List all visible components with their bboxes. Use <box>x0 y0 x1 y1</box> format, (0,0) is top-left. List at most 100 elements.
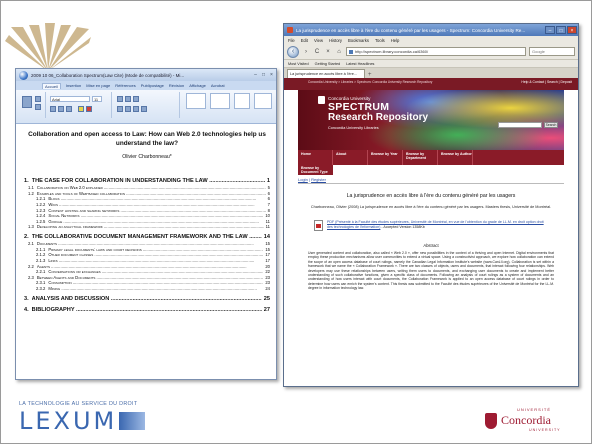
nav-about[interactable]: About <box>333 150 368 165</box>
editing-group[interactable] <box>254 93 272 109</box>
word-titlebar: 2009 10 06_Collaboration Spectrum(Law Ci… <box>16 69 276 81</box>
toc-entry[interactable]: 1. THE CASE FOR COLLABORATION IN UNDERSTA… <box>24 178 270 185</box>
nav-browse-document-type[interactable]: Browse by Document Type <box>298 165 333 175</box>
lexum-wordmark: LEXUM <box>19 409 209 433</box>
tab-affichage[interactable]: Affichage <box>189 83 206 88</box>
nav-browse-author[interactable]: Browse by Author <box>438 150 473 165</box>
tab-revision[interactable]: Révision <box>169 83 184 88</box>
abstract-text: User generated content and collaboration… <box>308 251 554 291</box>
bookmark-most-visited[interactable]: Most Visited <box>288 62 309 66</box>
search-bar[interactable]: Google <box>529 47 575 56</box>
toc-entry-page: 27 <box>263 306 270 313</box>
toc-entry[interactable]: 1.3Developing an analytical framework11 <box>24 224 270 230</box>
tab-mise-en-page[interactable]: Mise en page <box>86 83 110 88</box>
justify-icon[interactable] <box>141 106 147 112</box>
menu-help[interactable]: Help <box>391 38 400 43</box>
site-navigation: Home About Browse by Year Browse by Depa… <box>298 150 564 165</box>
pdf-icon[interactable] <box>314 220 323 231</box>
nav-home[interactable]: Home <box>298 150 333 165</box>
tab-publipostage[interactable]: Publipostage <box>141 83 164 88</box>
toc-entry[interactable]: 3.ANALYSIS AND DISCUSSION25 <box>24 296 270 303</box>
word-window: 2009 10 06_Collaboration Spectrum(Law Ci… <box>15 68 277 380</box>
concordia-crest-icon <box>485 413 497 429</box>
menu-edit[interactable]: Edit <box>301 38 308 43</box>
nav-browse-department[interactable]: Browse by Department <box>403 150 438 165</box>
close-icon[interactable]: × <box>268 72 275 79</box>
tab-references[interactable]: Références <box>115 83 135 88</box>
clipboard-group <box>18 92 46 118</box>
pdf-link[interactable]: PDF (Présenté à la Faculté des études su… <box>327 220 544 229</box>
browser-tabstrip: La jurisprudence en accès libre à l'ère.… <box>284 68 578 78</box>
menu-bookmarks[interactable]: Bookmarks <box>348 38 369 43</box>
login-row: Login | Register <box>298 177 564 184</box>
toc-entry[interactable]: 2. THE COLLABORATIVE DOCUMENT MANAGEMENT … <box>24 234 270 241</box>
home-icon[interactable]: ⌂ <box>335 48 343 56</box>
quick-styles-gallery[interactable] <box>186 93 206 109</box>
site-search-button[interactable]: Search <box>544 122 558 128</box>
browser-titlebar: La jurisprudence en accès libre à l'ère … <box>284 24 578 36</box>
menu-file[interactable]: File <box>288 38 295 43</box>
reload-icon[interactable]: C <box>313 48 321 56</box>
bullets-icon[interactable] <box>117 96 123 102</box>
navigation-toolbar: ‹ › C × ⌂ http://spectrum.library.concor… <box>284 44 578 60</box>
bookmark-latest-headlines[interactable]: Latest Headlines <box>346 62 374 66</box>
concordia-logo: UNIVERSITÉ Concordia UNIVERSITY <box>485 407 575 439</box>
toc-entry-number: 1. <box>24 178 29 184</box>
toc-entry-number: 2.3 <box>28 274 34 280</box>
toc-entry-text: Developing an analytical framework <box>37 224 264 230</box>
site-breadcrumb[interactable]: Concordia University > Libraries > Spect… <box>308 80 432 84</box>
menu-view[interactable]: View <box>314 38 323 43</box>
tab-accueil[interactable]: Accueil <box>42 82 61 89</box>
site-top-links[interactable]: Help & Contact | Search | Deposit <box>521 80 572 84</box>
highlight-icon[interactable] <box>78 106 84 112</box>
stop-icon[interactable]: × <box>324 48 332 56</box>
align-left-icon[interactable] <box>117 106 123 112</box>
quick-styles-gallery-2[interactable] <box>210 93 230 109</box>
toc-entry-number: 4. <box>24 306 29 313</box>
nav-browse-year[interactable]: Browse by Year <box>368 150 403 165</box>
italic-icon[interactable] <box>58 106 64 112</box>
change-styles-button[interactable] <box>234 93 250 109</box>
bold-icon[interactable] <box>50 106 56 112</box>
maximize-icon[interactable]: □ <box>556 26 566 34</box>
tab-insertion[interactable]: Insertion <box>66 83 81 88</box>
site-search-input[interactable] <box>498 122 542 128</box>
align-right-icon[interactable] <box>133 106 139 112</box>
article-header: La jurisprudence en accès libre à l'ère … <box>308 193 554 210</box>
align-center-icon[interactable] <box>125 106 131 112</box>
cut-icon[interactable] <box>35 96 41 102</box>
browser-menubar: File Edit View History Bookmarks Tools H… <box>284 36 578 44</box>
bookmark-getting-started[interactable]: Getting Started <box>315 62 341 66</box>
close-icon[interactable]: × <box>567 26 577 34</box>
office-button-icon[interactable] <box>19 70 28 80</box>
menu-tools[interactable]: Tools <box>375 38 385 43</box>
numbering-icon[interactable] <box>125 96 131 102</box>
font-name-select[interactable]: Arial <box>50 96 90 102</box>
multilevel-list-icon[interactable] <box>133 96 139 102</box>
font-color-icon[interactable] <box>86 106 92 112</box>
paragraph-group <box>114 92 180 118</box>
toc-entry[interactable]: 4.BIBLIOGRAPHY27 <box>24 307 270 314</box>
minimize-icon[interactable]: – <box>545 26 555 34</box>
url-bar[interactable]: http://spectrum.library.concordia.ca/636… <box>346 47 526 56</box>
back-arrow-icon[interactable]: ‹ <box>287 45 299 58</box>
paste-icon[interactable] <box>22 96 32 108</box>
document-page[interactable]: Collaboration and open access to Law: Ho… <box>16 124 276 379</box>
concordia-universite: UNIVERSITÉ <box>517 407 552 412</box>
banner-library: Concordia University Libraries <box>328 126 379 130</box>
underline-icon[interactable] <box>66 106 72 112</box>
minimize-icon[interactable]: – <box>252 72 259 79</box>
browser-tab[interactable]: La jurisprudence en accès libre à l'ère.… <box>287 69 365 78</box>
register-link[interactable]: Register <box>311 177 326 182</box>
toc-entry-page: 1 <box>266 178 270 184</box>
menu-history[interactable]: History <box>329 38 342 43</box>
font-group: Arial 11 <box>48 92 112 118</box>
toc-entry[interactable]: 2.3.2Mining24 <box>24 286 270 292</box>
copy-icon[interactable] <box>35 104 41 110</box>
maximize-icon[interactable]: □ <box>260 72 267 79</box>
font-size-select[interactable]: 11 <box>92 96 102 102</box>
tab-acrobat[interactable]: Acrobat <box>211 83 225 88</box>
forward-arrow-icon[interactable]: › <box>302 48 310 56</box>
toc-entry-text: ANALYSIS AND DISCUSSION <box>32 296 262 303</box>
login-link[interactable]: Login <box>298 177 308 182</box>
